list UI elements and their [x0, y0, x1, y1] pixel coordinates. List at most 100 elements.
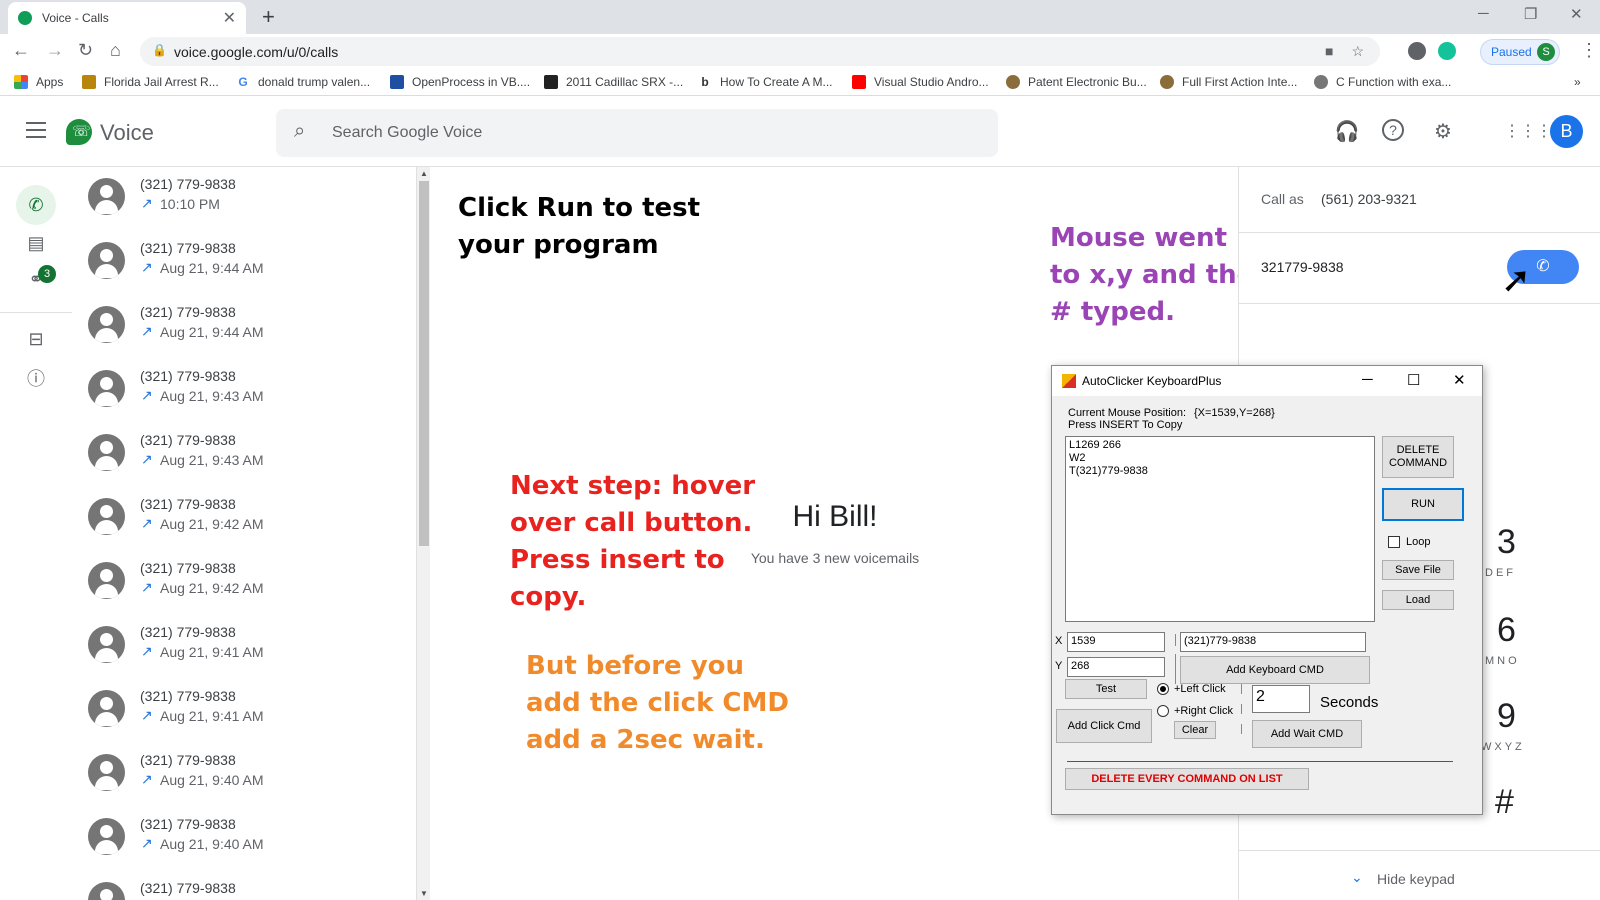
- bookmark-item[interactable]: Florida Jail Arrest R...: [82, 75, 219, 89]
- minimize-icon[interactable]: ─: [1478, 5, 1489, 22]
- bookmark-item[interactable]: 2011 Cadillac SRX -...: [544, 75, 683, 89]
- profile-paused-button[interactable]: Paused S: [1480, 39, 1560, 65]
- autoclicker-titlebar[interactable]: AutoClicker KeyboardPlus ─ ☐ ✕: [1052, 366, 1482, 396]
- new-tab-icon[interactable]: +: [262, 4, 275, 30]
- reload-icon[interactable]: ↻: [78, 40, 93, 61]
- ac-minimize-icon[interactable]: ─: [1362, 371, 1373, 388]
- y-coordinate-input[interactable]: 268: [1067, 657, 1165, 677]
- button-label: Clear: [1181, 723, 1209, 736]
- keypad-key-hash[interactable]: #: [1495, 783, 1514, 822]
- home-icon[interactable]: ⌂: [110, 40, 121, 61]
- paused-label: Paused: [1491, 45, 1532, 59]
- delete-command-button[interactable]: DELETE COMMAND: [1382, 436, 1454, 478]
- call-list-item[interactable]: (321) 779-9838 ↗ Aug 21, 9:40 AM: [72, 743, 417, 807]
- add-keyboard-cmd-button[interactable]: Add Keyboard CMD: [1180, 656, 1370, 684]
- annotation-line: Click Run to test: [458, 193, 701, 223]
- call-list-item[interactable]: (321) 779-9838 ↗ Aug 21, 9:41 AM: [72, 615, 417, 679]
- bookmark-item[interactable]: Gdonald trump valen...: [236, 75, 370, 89]
- y-label: Y: [1055, 660, 1063, 672]
- add-click-cmd-button[interactable]: Add Click Cmd: [1056, 709, 1152, 743]
- wait-seconds-input[interactable]: 2: [1252, 685, 1310, 713]
- scroll-thumb[interactable]: [419, 181, 429, 546]
- call-list-item[interactable]: (321) 779-9838 ↗ Aug 21, 9:44 AM: [72, 295, 417, 359]
- back-icon[interactable]: ←: [12, 40, 30, 61]
- spam-icon[interactable]: ⓘ: [16, 359, 56, 399]
- main-menu-icon[interactable]: [26, 122, 46, 143]
- bookmark-item[interactable]: OpenProcess in VB....: [390, 75, 530, 89]
- help-icon[interactable]: ?: [1382, 119, 1404, 141]
- outgoing-call-icon: ↗: [141, 515, 153, 531]
- menu-dots-icon[interactable]: ⋮: [1580, 40, 1598, 61]
- search-box[interactable]: ⌕ Search Google Voice: [276, 109, 998, 157]
- extension-icon[interactable]: [1408, 42, 1426, 60]
- bookmark-apps[interactable]: Apps: [14, 75, 63, 89]
- save-file-button[interactable]: Save File: [1382, 560, 1454, 580]
- keypad-letters: WXYZ: [1481, 741, 1525, 753]
- ac-maximize-icon[interactable]: ☐: [1407, 371, 1420, 389]
- loop-checkbox[interactable]: [1388, 536, 1400, 548]
- keypad-key-3[interactable]: 3: [1497, 523, 1516, 562]
- call-list-item[interactable]: (321) 779-9838 ↗ Aug 21, 9:40 AM: [72, 807, 417, 871]
- left-click-radio[interactable]: [1157, 683, 1169, 695]
- call-list-item[interactable]: (321) 779-9838 ↗ Aug 21, 9:42 AM: [72, 551, 417, 615]
- c-icon: [544, 75, 558, 89]
- close-window-icon[interactable]: ✕: [1570, 5, 1583, 23]
- call-list-item[interactable]: (321) 779-9838 ↗ Aug 21, 9:43 AM: [72, 423, 417, 487]
- call-list-item[interactable]: (321) 779-9838 ↗ 10:10 PM: [72, 167, 417, 231]
- headset-icon[interactable]: 🎧: [1334, 119, 1360, 145]
- ac-close-icon[interactable]: ✕: [1453, 371, 1466, 389]
- run-button[interactable]: RUN: [1382, 488, 1464, 521]
- test-button[interactable]: Test: [1065, 679, 1147, 699]
- url-bar[interactable]: 🔒 voice.google.com/u/0/calls ■ ☆: [140, 37, 1380, 66]
- apps-grid-icon[interactable]: ⋮⋮⋮: [1504, 119, 1552, 145]
- camera-icon[interactable]: ■: [1325, 43, 1333, 60]
- call-number: (321) 779-9838: [140, 880, 236, 896]
- bookmark-label: donald trump valen...: [258, 75, 371, 89]
- delete-every-command-button[interactable]: DELETE EVERY COMMAND ON LIST: [1065, 768, 1309, 790]
- messages-nav-icon[interactable]: ▤: [16, 223, 56, 263]
- add-wait-cmd-button[interactable]: Add Wait CMD: [1252, 720, 1362, 748]
- call-list-item[interactable]: (321) 779-9838: [72, 871, 417, 900]
- forward-icon[interactable]: →: [46, 40, 64, 61]
- call-list-item[interactable]: (321) 779-9838 ↗ Aug 21, 9:41 AM: [72, 679, 417, 743]
- restore-icon[interactable]: ❐: [1524, 5, 1537, 23]
- calls-nav-icon[interactable]: ✆: [16, 185, 56, 225]
- keypad-key-6[interactable]: 6: [1497, 611, 1516, 650]
- bookmark-item[interactable]: Visual Studio Andro...: [852, 75, 989, 89]
- right-click-radio[interactable]: [1157, 705, 1169, 717]
- account-avatar[interactable]: B: [1550, 115, 1583, 148]
- archive-icon[interactable]: ⊟: [16, 319, 56, 359]
- bookmark-item[interactable]: b How To Create A M...: [698, 75, 833, 89]
- star-icon[interactable]: ☆: [1351, 43, 1364, 60]
- call-list-item[interactable]: (321) 779-9838 ↗ Aug 21, 9:44 AM: [72, 231, 417, 295]
- close-tab-icon[interactable]: ✕: [223, 8, 236, 28]
- x-coordinate-input[interactable]: 1539: [1067, 632, 1165, 652]
- browser-tab[interactable]: Voice - Calls ✕: [8, 2, 246, 34]
- call-list-item[interactable]: (321) 779-9838 ↗ Aug 21, 9:43 AM: [72, 359, 417, 423]
- bing-icon: b: [698, 75, 712, 89]
- scroll-up-icon[interactable]: ▲: [420, 169, 428, 178]
- bookmark-item[interactable]: Patent Electronic Bu...: [1006, 75, 1147, 89]
- scroll-down-icon[interactable]: ▼: [420, 889, 428, 898]
- bookmark-item[interactable]: C Function with exa...: [1314, 75, 1451, 89]
- voicemail-badge: 3: [38, 265, 56, 283]
- dial-number-input[interactable]: 321779-9838: [1261, 259, 1344, 275]
- bookmark-item[interactable]: Full First Action Inte...: [1160, 75, 1297, 89]
- load-button[interactable]: Load: [1382, 590, 1454, 610]
- keypad-key-9[interactable]: 9: [1497, 697, 1516, 736]
- call-list-item[interactable]: (321) 779-9838 ↗ Aug 21, 9:42 AM: [72, 487, 417, 551]
- annotation-line: add the click CMD: [526, 688, 789, 718]
- search-placeholder: Search Google Voice: [332, 124, 483, 141]
- keyboard-text-input[interactable]: (321)779-9838: [1180, 632, 1366, 652]
- call-as-number[interactable]: (561) 203-9321: [1321, 191, 1417, 207]
- call-list-scrollbar[interactable]: ▲ ▼: [416, 167, 430, 900]
- profile-avatar: S: [1537, 43, 1555, 61]
- clear-button[interactable]: Clear: [1174, 721, 1216, 739]
- more-bookmarks-icon[interactable]: »: [1574, 75, 1581, 89]
- settings-gear-icon[interactable]: ⚙: [1430, 119, 1456, 145]
- command-list[interactable]: L1269 266 W2 T(321)779-9838: [1065, 436, 1375, 622]
- button-label: Load: [1405, 593, 1431, 606]
- hide-keypad-button[interactable]: ⌄ Hide keypad: [1351, 869, 1455, 887]
- call-time: Aug 21, 9:43 AM: [160, 452, 264, 468]
- grammarly-icon[interactable]: [1438, 42, 1456, 60]
